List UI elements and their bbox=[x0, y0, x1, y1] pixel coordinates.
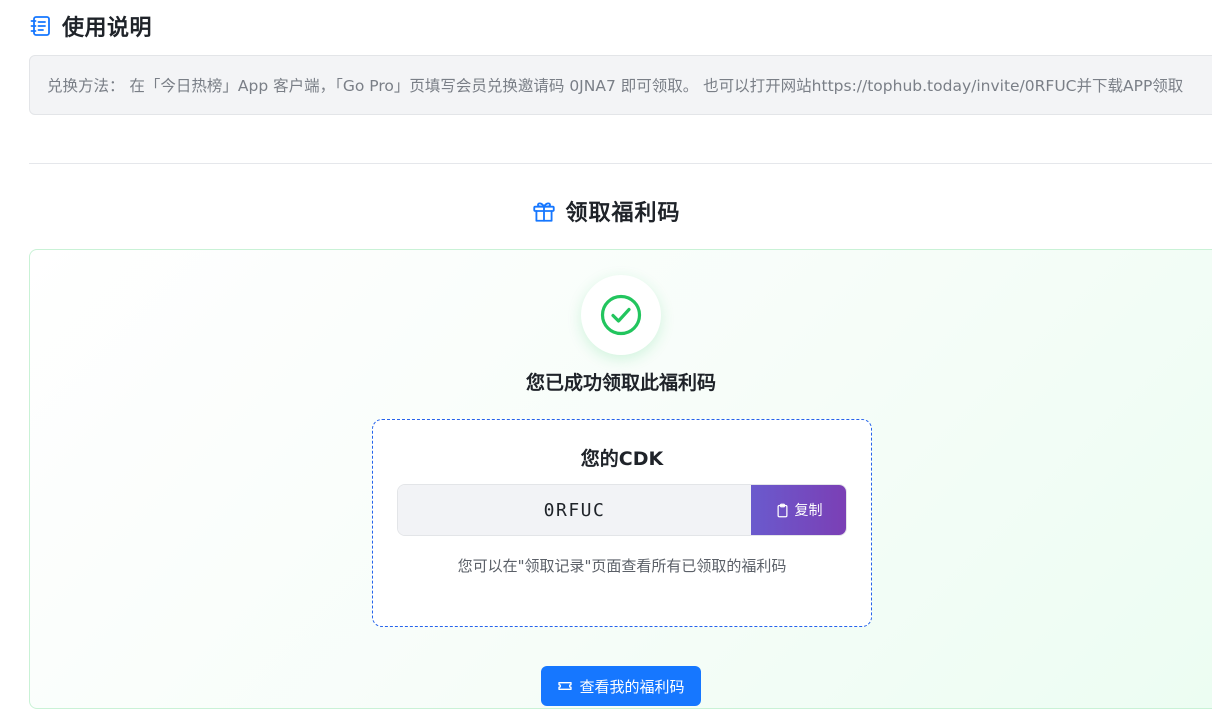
cdk-row: 0RFUC 复制 bbox=[397, 484, 847, 536]
view-my-codes-button[interactable]: 查看我的福利码 bbox=[541, 666, 701, 706]
usage-section-header: 使用说明 bbox=[29, 10, 152, 42]
success-message: 您已成功领取此福利码 bbox=[525, 372, 716, 394]
notebook-icon bbox=[29, 14, 53, 38]
usage-title: 使用说明 bbox=[62, 16, 153, 41]
clipboard-icon bbox=[775, 503, 790, 518]
cdk-hint: 您可以在"领取记录"页面查看所有已领取的福利码 bbox=[457, 557, 787, 575]
success-badge bbox=[581, 275, 661, 355]
cdk-title: 您的CDK bbox=[580, 448, 664, 470]
ticket-icon bbox=[557, 678, 573, 694]
copy-button-label: 复制 bbox=[794, 503, 823, 519]
section-divider bbox=[29, 163, 1212, 164]
success-panel: 您已成功领取此福利码 您的CDK 0RFUC 复制 您可以在"领取记录"页面查看… bbox=[29, 249, 1212, 709]
cdk-card: 您的CDK 0RFUC 复制 您可以在"领取记录"页面查看所有已领取的福利码 bbox=[372, 419, 872, 627]
copy-button[interactable]: 复制 bbox=[751, 485, 846, 535]
gift-icon bbox=[531, 198, 557, 224]
view-button-label: 查看我的福利码 bbox=[579, 677, 685, 696]
claim-title: 领取福利码 bbox=[565, 201, 681, 226]
check-circle-icon bbox=[599, 293, 643, 337]
cdk-code[interactable]: 0RFUC bbox=[398, 485, 751, 535]
usage-instructions: 兑换方法： 在「今日热榜」App 客户端，「Go Pro」页填写会员兑换邀请码 … bbox=[29, 55, 1212, 115]
claim-section-header: 领取福利码 bbox=[0, 194, 1212, 228]
